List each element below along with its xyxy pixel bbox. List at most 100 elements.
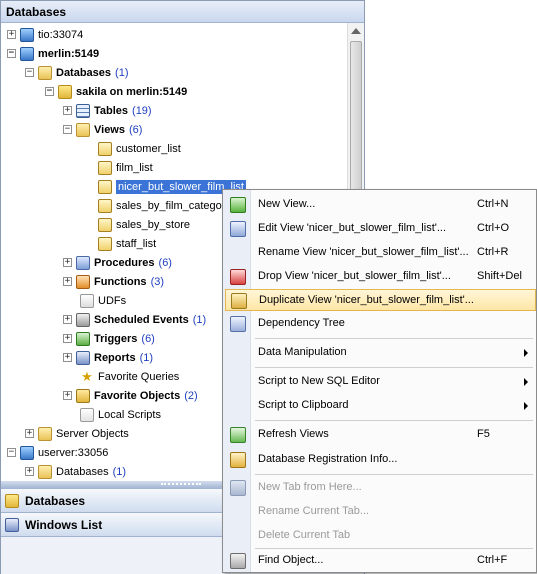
scroll-up-icon[interactable] <box>351 28 361 34</box>
expand-icon[interactable]: + <box>63 258 72 267</box>
menu-separator <box>255 474 533 475</box>
menu-separator <box>255 338 533 339</box>
tree-node-databases[interactable]: − Databases (1) <box>25 63 129 82</box>
collapse-icon[interactable]: − <box>63 125 72 134</box>
tree-node-view[interactable]: staff_list <box>98 234 156 253</box>
tree-node-functions[interactable]: + Functions (3) <box>63 272 164 291</box>
expand-icon[interactable]: + <box>63 106 72 115</box>
windows-icon <box>5 517 19 532</box>
expand-icon[interactable]: + <box>7 30 16 39</box>
menu-item-new-tab[interactable]: New Tab from Here... <box>225 477 536 499</box>
folder-icon <box>38 65 52 80</box>
context-menu: New View... Ctrl+N Edit View 'nicer_but_… <box>222 189 537 573</box>
registration-info-icon <box>230 452 246 468</box>
expand-icon[interactable]: + <box>63 334 72 343</box>
tree-node-tables[interactable]: + Tables (19) <box>63 101 152 120</box>
tree-node-view[interactable]: sales_by_film_catego <box>98 196 222 215</box>
procedure-icon <box>76 255 90 270</box>
tree-node-userver-databases[interactable]: + Databases (1) <box>25 462 126 481</box>
tree-node-server-tio[interactable]: + tio:33074 <box>7 25 83 44</box>
collapse-icon[interactable]: − <box>7 448 16 457</box>
folder-icon <box>38 464 52 479</box>
view-icon <box>98 141 112 156</box>
table-icon <box>76 103 90 118</box>
tree-node-server-userver[interactable]: − userver:33056 <box>7 443 108 462</box>
tree-node-udfs[interactable]: UDFs <box>80 291 126 310</box>
view-icon <box>98 160 112 175</box>
tree-node-scheduled-events[interactable]: + Scheduled Events (1) <box>63 310 206 329</box>
filter-icon <box>76 388 90 403</box>
tree-node-triggers[interactable]: + Triggers (6) <box>63 329 155 348</box>
expand-icon[interactable]: + <box>25 467 34 476</box>
new-view-icon <box>230 197 246 213</box>
drop-view-icon <box>230 269 246 285</box>
expand-icon[interactable]: + <box>63 391 72 400</box>
submenu-arrow-icon <box>524 402 528 410</box>
database-icon <box>58 84 72 99</box>
tree-node-procedures[interactable]: + Procedures (6) <box>63 253 172 272</box>
expand-icon[interactable]: + <box>63 277 72 286</box>
tree-node-view[interactable]: film_list <box>98 158 153 177</box>
server-icon <box>20 445 34 460</box>
server-icon <box>20 46 34 61</box>
menu-item-script-to-sql-editor[interactable]: Script to New SQL Editor <box>225 371 536 393</box>
star-icon: ★ <box>81 368 93 384</box>
menu-item-edit-view[interactable]: Edit View 'nicer_but_slower_film_list'..… <box>225 218 536 240</box>
expand-icon[interactable]: + <box>25 429 34 438</box>
edit-view-icon <box>230 221 246 237</box>
database-icon <box>5 493 19 508</box>
view-icon <box>98 217 112 232</box>
calendar-icon <box>76 312 90 327</box>
magnifier-icon <box>230 553 246 569</box>
menu-separator <box>255 420 533 421</box>
tree-node-views[interactable]: − Views (6) <box>63 120 142 139</box>
collapse-icon[interactable]: − <box>7 49 16 58</box>
menu-item-registration-info[interactable]: Database Registration Info... <box>225 449 536 471</box>
tree-node-view[interactable]: customer_list <box>98 139 181 158</box>
menu-item-script-to-clipboard[interactable]: Script to Clipboard <box>225 395 536 417</box>
script-icon <box>80 407 94 422</box>
collapse-icon[interactable]: − <box>25 68 34 77</box>
menu-item-rename-view[interactable]: Rename View 'nicer_but_slower_film_list'… <box>225 242 536 264</box>
duplicate-view-icon <box>231 293 247 309</box>
udf-icon <box>80 293 94 308</box>
collapse-icon[interactable]: − <box>45 87 54 96</box>
folder-icon <box>38 426 52 441</box>
views-folder-icon <box>76 122 90 137</box>
menu-item-dependency-tree[interactable]: Dependency Tree <box>225 313 536 335</box>
menu-separator <box>255 548 533 549</box>
submenu-arrow-icon <box>524 349 528 357</box>
tree-node-favorite-objects[interactable]: + Favorite Objects (2) <box>63 386 198 405</box>
menu-item-delete-tab[interactable]: Delete Current Tab <box>225 525 536 547</box>
refresh-icon <box>230 427 246 443</box>
server-icon <box>20 27 34 42</box>
trigger-icon <box>76 331 90 346</box>
tree-node-reports[interactable]: + Reports (1) <box>63 348 153 367</box>
dependency-tree-icon <box>230 316 246 332</box>
tree-node-favorite-queries[interactable]: ★ Favorite Queries <box>80 367 179 386</box>
new-tab-icon <box>230 480 246 496</box>
expand-icon[interactable]: + <box>63 353 72 362</box>
grip-icon <box>161 483 201 486</box>
menu-item-data-manipulation[interactable]: Data Manipulation <box>225 342 536 364</box>
function-icon <box>76 274 90 289</box>
menu-item-rename-tab[interactable]: Rename Current Tab... <box>225 501 536 523</box>
tree-node-server-objects[interactable]: + Server Objects <box>25 424 129 443</box>
panel-title: Databases <box>1 1 364 23</box>
view-icon <box>98 236 112 251</box>
tree-node-sakila[interactable]: − sakila on merlin:5149 <box>45 82 187 101</box>
menu-item-find-object[interactable]: Find Object... Ctrl+F <box>225 550 536 572</box>
menu-item-new-view[interactable]: New View... Ctrl+N <box>225 194 536 216</box>
menu-item-drop-view[interactable]: Drop View 'nicer_but_slower_film_list'..… <box>225 266 536 288</box>
view-icon <box>98 198 112 213</box>
tree-node-local-scripts[interactable]: Local Scripts <box>80 405 161 424</box>
menu-item-duplicate-view[interactable]: Duplicate View 'nicer_but_slower_film_li… <box>225 289 536 311</box>
menu-item-refresh-views[interactable]: Refresh Views F5 <box>225 424 536 446</box>
expand-icon[interactable]: + <box>63 315 72 324</box>
submenu-arrow-icon <box>524 378 528 386</box>
menu-separator <box>255 367 533 368</box>
report-icon <box>76 350 90 365</box>
tree-node-view[interactable]: sales_by_store <box>98 215 190 234</box>
tree-node-server-merlin[interactable]: − merlin:5149 <box>7 44 99 63</box>
view-icon <box>98 179 112 194</box>
